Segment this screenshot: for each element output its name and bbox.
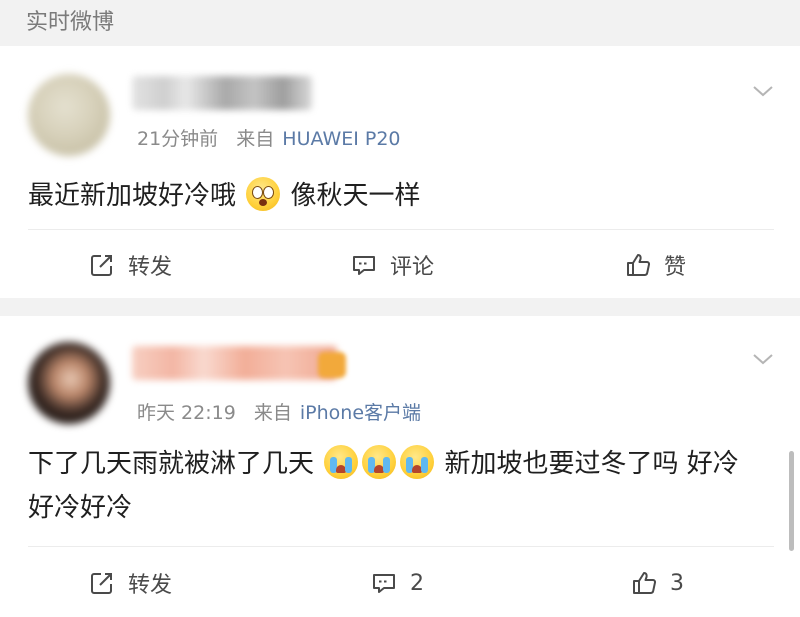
comment-icon [373,574,395,593]
section-title: 实时微博 [26,10,115,35]
thumbs-up-icon [633,572,657,594]
crying-face-icon [362,445,397,479]
post-text-part: 像秋天一样 [290,181,421,211]
post-actions: 转发 评论 赞 [0,242,800,288]
source-device[interactable]: HUAWEI P20 [282,128,400,150]
avatar[interactable] [28,74,110,156]
username-blurred[interactable] [132,346,337,380]
repost-label: 转发 [128,573,173,598]
username-blurred[interactable] [132,76,312,110]
source-prefix: 来自 [236,128,275,150]
like-button[interactable]: 3 [630,560,684,606]
comment-button[interactable]: 评论 [350,242,434,288]
avatar[interactable] [28,342,110,424]
shocked-face-icon [246,177,281,211]
repost-icon [91,573,112,594]
post-time: 21分钟前 [137,128,219,150]
crying-face-icon [324,445,359,479]
repost-button[interactable]: 转发 [88,560,172,606]
post-actions: 转发 2 3 [0,560,800,606]
comment-button[interactable]: 2 [370,560,424,606]
like-count: 3 [670,570,684,596]
repost-label: 转发 [128,255,173,280]
source-prefix: 来自 [253,402,292,424]
weibo-post: 昨天 22:19 来自 iPhone客户端 下了几天雨就被淋了几天 新加坡也要过… [0,316,800,617]
post-time: 昨天 22:19 [137,402,236,424]
section-header: 实时微博 [0,0,800,42]
chevron-down-icon[interactable] [752,80,774,102]
comment-label: 评论 [390,255,435,280]
like-button[interactable]: 赞 [624,242,686,288]
post-text-part: 下了几天雨就被淋了几天 [28,449,315,479]
comment-count: 2 [410,570,424,596]
post-text-part: 最近新加坡好冷哦 [28,181,237,211]
divider [28,229,774,230]
post-text: 最近新加坡好冷哦 像秋天一样 [28,174,760,218]
like-label: 赞 [664,255,687,280]
repost-button[interactable]: 转发 [88,242,172,288]
post-meta: 昨天 22:19 来自 iPhone客户端 [137,398,421,425]
scrollbar[interactable] [789,451,794,551]
divider [28,546,774,547]
chevron-down-icon[interactable] [752,348,774,370]
source-device[interactable]: iPhone客户端 [300,402,421,424]
weibo-post: 21分钟前 来自 HUAWEI P20 最近新加坡好冷哦 像秋天一样 转发 评论 [0,46,800,298]
post-text: 下了几天雨就被淋了几天 新加坡也要过冬了吗 好冷好冷好冷 [28,442,760,530]
post-meta: 21分钟前 来自 HUAWEI P20 [137,124,401,151]
vip-badge-icon [318,352,346,378]
comment-icon [353,256,375,275]
repost-icon [91,255,112,276]
thumbs-up-icon [627,254,651,276]
crying-face-icon [400,445,435,479]
